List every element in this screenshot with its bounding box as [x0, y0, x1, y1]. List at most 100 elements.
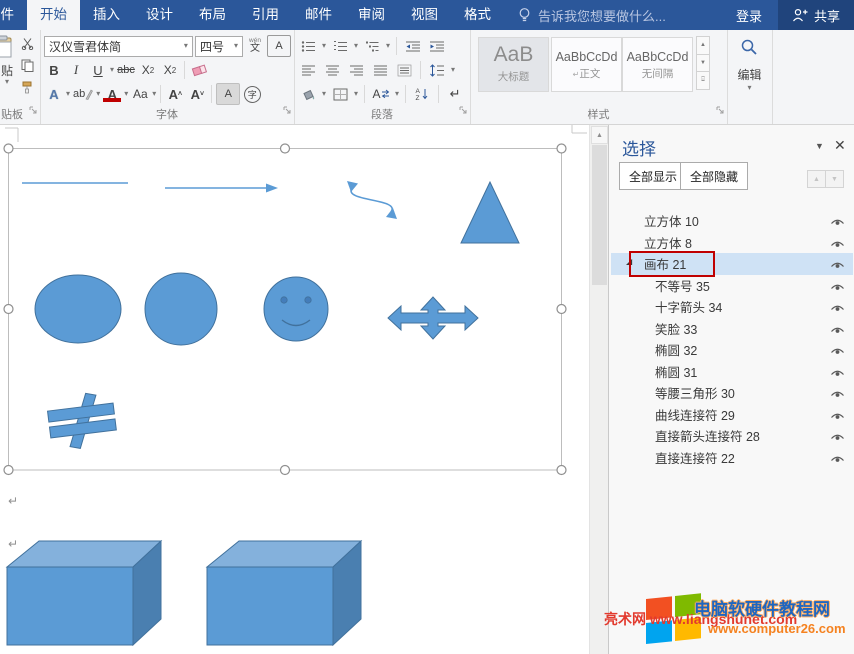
- pane-close-icon[interactable]: ✕: [834, 137, 846, 154]
- selection-handle[interactable]: [4, 144, 13, 153]
- curved-connector-shape[interactable]: [347, 181, 397, 219]
- selection-handle[interactable]: [557, 305, 566, 314]
- eye-visibility-icon[interactable]: [830, 216, 845, 230]
- show-all-button[interactable]: 全部显示: [619, 162, 687, 190]
- selection-pane-item[interactable]: 椭圆 31: [611, 361, 853, 383]
- selection-pane-item[interactable]: 不等号 35: [611, 275, 853, 297]
- selection-pane-item[interactable]: 直接箭头连接符 28: [611, 425, 853, 447]
- editing-menu-label[interactable]: 编辑: [727, 66, 772, 83]
- selection-pane-item[interactable]: 笑脸 33: [611, 318, 853, 340]
- align-left-button[interactable]: [298, 60, 318, 80]
- straight-arrow-connector-shape[interactable]: [165, 184, 278, 193]
- selection-handle[interactable]: [557, 466, 566, 475]
- paste-button[interactable]: [0, 35, 13, 64]
- cube-shape[interactable]: [7, 541, 161, 645]
- selection-handle[interactable]: [4, 466, 13, 475]
- borders-button[interactable]: [330, 84, 350, 104]
- smiley-face-shape[interactable]: [264, 277, 328, 341]
- eye-visibility-icon[interactable]: [830, 453, 845, 467]
- editing-dropdown-icon[interactable]: ▾: [727, 84, 772, 92]
- bullets-button[interactable]: [298, 36, 318, 56]
- bold-button[interactable]: B: [44, 60, 64, 80]
- eye-visibility-icon[interactable]: [830, 345, 845, 359]
- font-color-button[interactable]: A: [102, 84, 122, 104]
- tab-review[interactable]: 审阅: [345, 0, 398, 30]
- line-spacing-button[interactable]: [427, 60, 447, 80]
- tab-insert[interactable]: 插入: [80, 0, 133, 30]
- tab-mailings[interactable]: 邮件: [292, 0, 345, 30]
- font-size-combobox[interactable]: 四号▾: [195, 36, 243, 57]
- eye-visibility-icon[interactable]: [830, 324, 845, 338]
- character-border-button[interactable]: A: [267, 35, 291, 57]
- tell-me-box[interactable]: 告诉我您想要做什么...: [518, 0, 720, 30]
- shading-button[interactable]: [298, 84, 318, 104]
- vertical-scrollbar[interactable]: ▲: [589, 125, 609, 654]
- style-card-no-spacing[interactable]: AaBbCcDd 无间隔: [622, 37, 693, 92]
- underline-button[interactable]: U: [88, 60, 108, 80]
- enclose-characters-button[interactable]: 字: [242, 84, 262, 104]
- grow-font-button[interactable]: A˄: [165, 84, 185, 104]
- clipboard-dialog-launcher-icon[interactable]: [29, 102, 38, 120]
- sort-button[interactable]: AZ: [412, 84, 432, 104]
- selection-handle[interactable]: [281, 144, 290, 153]
- selection-pane-item[interactable]: 立方体 8: [611, 232, 853, 254]
- change-case-button[interactable]: Aa: [130, 84, 150, 104]
- tab-file[interactable]: 文件: [0, 0, 27, 30]
- style-card-normal[interactable]: AaBbCcDd ↵正文: [551, 37, 622, 92]
- send-backward-button[interactable]: ▼: [825, 170, 844, 188]
- scrollbar-thumb[interactable]: [592, 145, 607, 285]
- show-hide-marks-button[interactable]: ↵: [445, 84, 465, 104]
- share-button[interactable]: 共享: [778, 0, 854, 30]
- cut-icon[interactable]: [21, 37, 34, 50]
- numbering-button[interactable]: [330, 36, 350, 56]
- highlight-color-button[interactable]: ab: [72, 84, 94, 104]
- format-painter-icon[interactable]: [21, 81, 34, 94]
- scrollbar-up-arrow-icon[interactable]: ▲: [591, 126, 608, 144]
- eye-visibility-icon[interactable]: [830, 281, 845, 295]
- tab-references[interactable]: 引用: [239, 0, 292, 30]
- expand-triangle-icon[interactable]: ◢: [626, 257, 632, 266]
- tab-layout[interactable]: 布局: [186, 0, 239, 30]
- not-equal-shape[interactable]: [46, 390, 118, 452]
- eye-visibility-icon[interactable]: [830, 259, 845, 273]
- quad-arrow-shape[interactable]: [388, 297, 478, 339]
- eye-visibility-icon[interactable]: [830, 302, 845, 316]
- font-name-combobox[interactable]: 汉仪雪君体简▾: [44, 36, 193, 57]
- document-area[interactable]: ↵ ↵: [0, 125, 589, 654]
- oval-shape[interactable]: [35, 275, 121, 343]
- selection-pane-item[interactable]: 十字箭头 34: [611, 296, 853, 318]
- eye-visibility-icon[interactable]: [830, 367, 845, 381]
- selection-handle[interactable]: [4, 305, 13, 314]
- selection-pane-item[interactable]: 等腰三角形 30: [611, 382, 853, 404]
- clear-formatting-button[interactable]: [189, 60, 209, 80]
- selection-pane-item[interactable]: 曲线连接符 29: [611, 404, 853, 426]
- decrease-indent-button[interactable]: [403, 36, 423, 56]
- text-effects-button[interactable]: A: [44, 84, 64, 104]
- cube-shape[interactable]: [207, 541, 361, 645]
- hide-all-button[interactable]: 全部隐藏: [680, 162, 748, 190]
- superscript-button[interactable]: X2: [160, 60, 180, 80]
- multilevel-list-button[interactable]: [362, 36, 382, 56]
- tab-view[interactable]: 视图: [398, 0, 451, 30]
- styles-more-icon[interactable]: ⍗: [696, 71, 710, 90]
- asian-layout-button[interactable]: A: [371, 84, 391, 104]
- distributed-button[interactable]: [394, 60, 414, 80]
- tab-format[interactable]: 格式: [451, 0, 504, 30]
- drawing-canvas[interactable]: ↵ ↵: [0, 125, 589, 654]
- phonetic-guide-button[interactable]: wén文: [245, 36, 265, 56]
- character-shading-button[interactable]: A: [216, 83, 240, 105]
- selection-pane-item[interactable]: ◢画布 21: [611, 253, 853, 275]
- selection-pane-item[interactable]: 立方体 10: [611, 210, 853, 232]
- subscript-button[interactable]: X2: [138, 60, 158, 80]
- selection-pane-item[interactable]: 椭圆 32: [611, 339, 853, 361]
- isosceles-triangle-shape[interactable]: [461, 182, 519, 243]
- selection-handle[interactable]: [281, 466, 290, 475]
- style-card-title[interactable]: AaB 大标题: [478, 37, 549, 92]
- underline-dropdown-icon[interactable]: ▾: [110, 66, 114, 74]
- find-button[interactable]: [739, 37, 759, 62]
- pane-dropdown-icon[interactable]: ▼: [815, 141, 824, 151]
- sign-in-button[interactable]: 登录: [720, 0, 778, 30]
- shrink-font-button[interactable]: A˅: [187, 84, 207, 104]
- strikethrough-button[interactable]: abc: [116, 60, 136, 80]
- circle-shape[interactable]: [145, 273, 217, 345]
